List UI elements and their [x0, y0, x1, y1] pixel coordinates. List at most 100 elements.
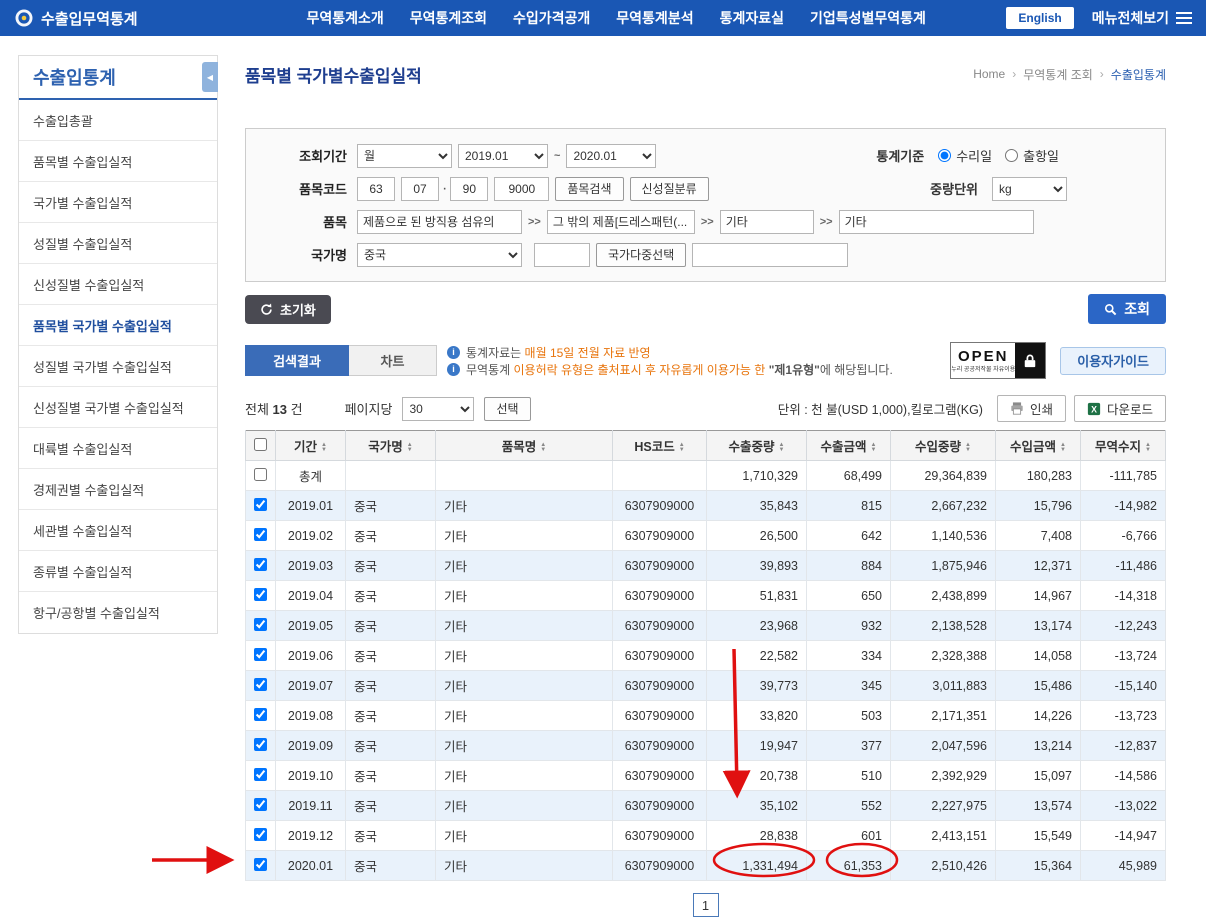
- period-cell: 2019.03: [275, 550, 346, 581]
- top-menu-item-5[interactable]: 기업특성별무역통계: [810, 8, 926, 28]
- sidebar-item-2[interactable]: 국가별 수출입실적: [19, 182, 217, 223]
- print-button[interactable]: 인쇄: [996, 395, 1066, 422]
- item-level3-input[interactable]: [719, 209, 814, 234]
- per-page-select[interactable]: 30: [402, 396, 475, 421]
- column-header-8[interactable]: 무역수지 ▲ ▼: [1080, 430, 1166, 461]
- column-header-5[interactable]: 수출금액 ▲ ▼: [806, 430, 891, 461]
- column-header-0[interactable]: 기간 ▲ ▼: [275, 430, 346, 461]
- country-select[interactable]: 중국: [357, 242, 522, 267]
- sidebar-collapse-button[interactable]: ◀: [202, 62, 218, 92]
- sidebar-item-4[interactable]: 신성질별 수출입실적: [19, 264, 217, 305]
- unit-text: 단위 : 천 불(USD 1,000),킬로그램(KG): [777, 403, 983, 417]
- row-checkbox-2019.02[interactable]: [254, 527, 267, 541]
- sidebar-item-12[interactable]: 항구/공항별 수출입실적: [19, 592, 217, 633]
- column-header-1[interactable]: 국가명 ▲ ▼: [345, 430, 436, 461]
- hs-code-input-1[interactable]: [357, 176, 395, 201]
- hs-code-input-3[interactable]: [450, 176, 489, 201]
- info-icon: i: [447, 362, 460, 376]
- item-cell: 기타: [435, 490, 613, 521]
- value-cell-3: 14,967: [995, 580, 1081, 611]
- sidebar-item-1[interactable]: 품목별 수출입실적: [19, 141, 217, 182]
- row-checkbox-2019.05[interactable]: [254, 617, 267, 631]
- sidebar-item-6[interactable]: 성질별 국가별 수출입실적: [19, 346, 217, 387]
- basis-departure-radio[interactable]: [1005, 149, 1019, 162]
- period-unit-select[interactable]: 월: [357, 143, 452, 168]
- logo[interactable]: 수출입무역통계: [14, 8, 226, 29]
- sidebar-item-8[interactable]: 대륙별 수출입실적: [19, 428, 217, 469]
- logo-icon: [14, 8, 34, 28]
- sidebar-item-0[interactable]: 수출입총괄: [19, 100, 217, 141]
- column-header-3[interactable]: HS코드 ▲ ▼: [612, 430, 707, 461]
- row-checkbox-2019.07-cell: [245, 670, 276, 701]
- value-cell-2: 1,875,946: [890, 550, 996, 581]
- english-button[interactable]: English: [1006, 7, 1074, 29]
- country-multi-select-button[interactable]: 국가다중선택: [596, 242, 687, 267]
- tab-chart[interactable]: 차트: [349, 345, 437, 376]
- column-header-6[interactable]: 수입중량 ▲ ▼: [890, 430, 996, 461]
- country-extra-input[interactable]: [534, 242, 590, 267]
- sidebar-item-3[interactable]: 성질별 수출입실적: [19, 223, 217, 264]
- period-to-select[interactable]: 2020.01: [566, 143, 657, 168]
- hs-code-input-2[interactable]: [401, 176, 439, 201]
- basis-clearance-label[interactable]: 수리일: [956, 146, 992, 165]
- row-checkbox-2019.07[interactable]: [254, 677, 267, 691]
- user-guide-button[interactable]: 이용자가이드: [1060, 346, 1166, 375]
- top-menu-item-2[interactable]: 수입가격공개: [513, 8, 590, 28]
- top-menu-item-0[interactable]: 무역통계소개: [306, 8, 383, 28]
- hs-code-input-4[interactable]: [494, 176, 550, 201]
- search-button[interactable]: 조회: [1088, 294, 1166, 324]
- weight-unit-select[interactable]: kg: [992, 176, 1067, 201]
- top-menu-item-3[interactable]: 무역통계분석: [616, 8, 693, 28]
- country-readonly-input[interactable]: [692, 242, 849, 267]
- item-level2-input[interactable]: [546, 209, 695, 234]
- item-level4-input[interactable]: [838, 209, 1034, 234]
- sidebar-item-5[interactable]: 품목별 국가별 수출입실적: [19, 305, 217, 346]
- svg-text:X: X: [1091, 404, 1097, 414]
- download-button[interactable]: X 다운로드: [1073, 395, 1166, 422]
- value-cell-3: 13,174: [995, 610, 1081, 641]
- value-cell-3: 13,214: [995, 730, 1081, 761]
- tab-search-results[interactable]: 검색결과: [245, 345, 349, 376]
- row-checkbox-2019.11[interactable]: [254, 797, 267, 811]
- breadcrumb-home[interactable]: Home: [973, 67, 1005, 81]
- column-label: 품목명: [501, 440, 537, 454]
- item-search-button[interactable]: 품목검색: [555, 176, 624, 201]
- row-checkbox-2019.10[interactable]: [254, 767, 267, 781]
- open-license-caption: 공공누리 공공저작물 자유이용허락: [951, 366, 1016, 373]
- top-menu-item-4[interactable]: 통계자료실: [720, 8, 784, 28]
- top-menu-item-1[interactable]: 무역통계조회: [410, 8, 487, 28]
- row-checkbox-2019.03[interactable]: [254, 557, 267, 571]
- column-header-2[interactable]: 품목명 ▲ ▼: [435, 430, 613, 461]
- new-classification-button[interactable]: 신성질분류: [629, 176, 709, 201]
- country-cell: 중국: [345, 610, 436, 641]
- sidebar-item-11[interactable]: 종류별 수출입실적: [19, 551, 217, 592]
- row-checkbox-2019.09[interactable]: [254, 737, 267, 751]
- sidebar-item-7[interactable]: 신성질별 국가별 수출입실적: [19, 387, 217, 428]
- reset-button[interactable]: 초기화: [245, 294, 331, 324]
- row-checkbox-2019.08[interactable]: [254, 707, 267, 721]
- basis-clearance-radio[interactable]: [938, 149, 952, 162]
- sidebar-item-9[interactable]: 경제권별 수출입실적: [19, 469, 217, 510]
- column-header-4[interactable]: 수출중량 ▲ ▼: [706, 430, 807, 461]
- row-checkbox-2020.01[interactable]: [254, 857, 267, 871]
- open-license-mark[interactable]: OPEN 공공누리 공공저작물 자유이용허락: [950, 342, 1047, 379]
- table-row-2019.05: 2019.05 중국 기타 6307909000 23,968 932 2,138,528 1…: [245, 610, 1166, 641]
- basis-departure-label[interactable]: 출항일: [1023, 146, 1059, 165]
- total-row-checkbox[interactable]: [254, 467, 267, 481]
- row-checkbox-2019.04[interactable]: [254, 587, 267, 601]
- breadcrumb-current[interactable]: 수출입통계: [1111, 66, 1166, 83]
- total-row-checkbox-cell: [245, 460, 276, 491]
- apply-select-button[interactable]: 선택: [484, 396, 531, 421]
- row-checkbox-2019.12[interactable]: [254, 827, 267, 841]
- row-checkbox-2019.06[interactable]: [254, 647, 267, 661]
- select-all-checkbox[interactable]: [254, 437, 267, 451]
- item-level1-input[interactable]: [357, 209, 522, 234]
- column-header-7[interactable]: 수입금액 ▲ ▼: [995, 430, 1081, 461]
- period-from-select[interactable]: 2019.01: [458, 143, 548, 168]
- sidebar-item-10[interactable]: 세관별 수출입실적: [19, 510, 217, 551]
- breadcrumb-trade-stats[interactable]: 무역통계 조회: [1023, 66, 1093, 83]
- menu-all-button[interactable]: 메뉴전체보기: [1092, 8, 1192, 28]
- row-checkbox-2019.01[interactable]: [254, 497, 267, 511]
- country-cell: 중국: [345, 490, 436, 521]
- page-number-1[interactable]: 1: [692, 893, 719, 917]
